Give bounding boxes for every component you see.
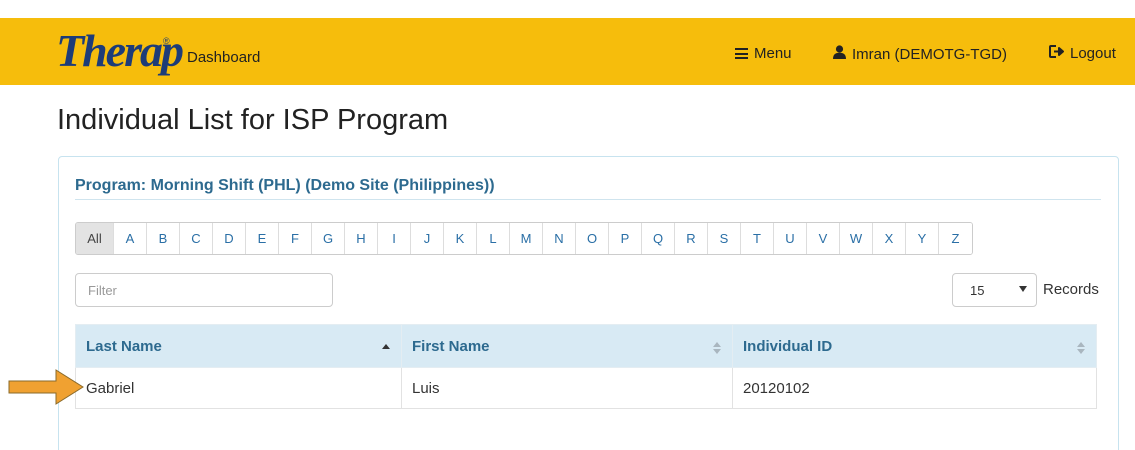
alphabet-button-v[interactable]: V xyxy=(807,223,840,254)
alphabet-button-u[interactable]: U xyxy=(774,223,807,254)
table-row[interactable]: Gabriel Luis 20120102 xyxy=(75,367,1097,409)
alphabet-button-y[interactable]: Y xyxy=(906,223,939,254)
alphabet-button-c[interactable]: C xyxy=(180,223,213,254)
top-navbar: Therap ® Dashboard Menu Imran (DEMOTG-TG… xyxy=(0,18,1135,85)
sort-icon xyxy=(1077,342,1086,355)
column-header-last-name[interactable]: Last Name xyxy=(75,324,402,368)
alphabet-button-e[interactable]: E xyxy=(246,223,279,254)
sort-ascending-icon xyxy=(382,344,390,349)
user-profile-link[interactable]: Imran (DEMOTG-TGD) xyxy=(833,45,1007,63)
alphabet-button-a[interactable]: A xyxy=(114,223,147,254)
alphabet-button-l[interactable]: L xyxy=(477,223,510,254)
cell-individual-id: 20120102 xyxy=(732,367,1097,409)
alphabet-button-r[interactable]: R xyxy=(675,223,708,254)
column-header-label: First Name xyxy=(412,337,490,355)
logout-label: Logout xyxy=(1070,45,1116,62)
alphabet-button-h[interactable]: H xyxy=(345,223,378,254)
user-label: Imran (DEMOTG-TGD) xyxy=(852,45,1007,63)
annotation-arrow-icon xyxy=(8,369,84,405)
alphabet-button-p[interactable]: P xyxy=(609,223,642,254)
registered-mark: ® xyxy=(163,36,170,46)
alphabet-button-o[interactable]: O xyxy=(576,223,609,254)
alphabet-button-g[interactable]: G xyxy=(312,223,345,254)
menu-button[interactable]: Menu xyxy=(735,45,792,62)
page-title: Individual List for ISP Program xyxy=(57,104,449,136)
alphabet-button-m[interactable]: M xyxy=(510,223,543,254)
alphabet-button-j[interactable]: J xyxy=(411,223,444,254)
table-header-row: Last Name First Name Individual ID xyxy=(75,324,1097,368)
alphabet-button-n[interactable]: N xyxy=(543,223,576,254)
alphabet-button-d[interactable]: D xyxy=(213,223,246,254)
alphabet-button-t[interactable]: T xyxy=(741,223,774,254)
program-heading: Program: Morning Shift (PHL) (Demo Site … xyxy=(75,177,495,194)
alphabet-button-s[interactable]: S xyxy=(708,223,741,254)
alphabet-button-b[interactable]: B xyxy=(147,223,180,254)
cell-last-name[interactable]: Gabriel xyxy=(75,367,402,409)
column-header-first-name[interactable]: First Name xyxy=(401,324,733,368)
alphabet-button-all[interactable]: All xyxy=(76,223,114,254)
cell-first-name: Luis xyxy=(401,367,733,409)
menu-label: Menu xyxy=(754,45,792,62)
alphabet-button-x[interactable]: X xyxy=(873,223,906,254)
heading-divider xyxy=(75,199,1101,200)
dashboard-link[interactable]: Dashboard xyxy=(187,49,260,66)
individual-table: Last Name First Name Individual ID Gabri… xyxy=(75,324,1097,409)
records-per-page-select[interactable]: 15 xyxy=(952,273,1037,307)
logout-button[interactable]: Logout xyxy=(1049,45,1116,62)
alphabet-button-w[interactable]: W xyxy=(840,223,873,254)
records-label: Records xyxy=(1043,281,1099,298)
caret-down-icon xyxy=(1019,286,1027,292)
sort-icon xyxy=(713,342,722,355)
alphabet-button-q[interactable]: Q xyxy=(642,223,675,254)
user-icon xyxy=(833,45,846,63)
records-selected-value: 15 xyxy=(970,282,985,298)
filter-input[interactable] xyxy=(75,273,333,307)
alphabet-button-k[interactable]: K xyxy=(444,223,477,254)
hamburger-icon xyxy=(735,48,748,59)
alphabet-filter-bar: All A B C D E F G H I J K L M N O P Q R S T U V W X Y Z xyxy=(75,222,973,255)
alphabet-button-z[interactable]: Z xyxy=(939,223,972,254)
logout-icon xyxy=(1049,45,1064,62)
column-header-label: Last Name xyxy=(86,337,162,355)
program-panel: Program: Morning Shift (PHL) (Demo Site … xyxy=(58,156,1119,450)
alphabet-button-f[interactable]: F xyxy=(279,223,312,254)
therap-logo[interactable]: Therap xyxy=(56,25,184,77)
alphabet-button-i[interactable]: I xyxy=(378,223,411,254)
column-header-label: Individual ID xyxy=(743,337,833,355)
column-header-individual-id[interactable]: Individual ID xyxy=(732,324,1097,368)
